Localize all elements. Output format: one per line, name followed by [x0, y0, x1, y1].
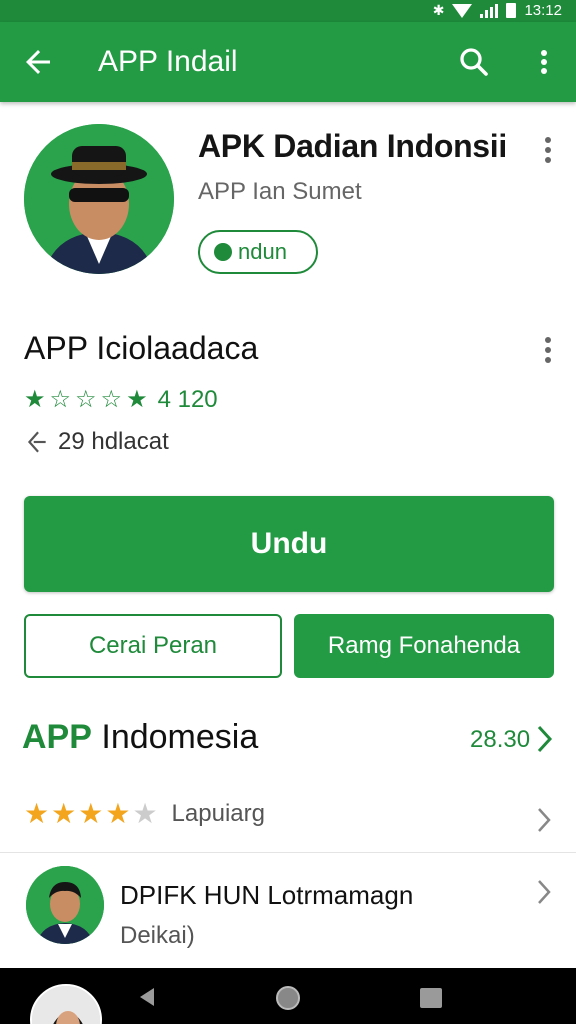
nav-back-icon[interactable] — [136, 986, 158, 1008]
heading-rest: Indomesia — [91, 718, 259, 756]
app-subtitle: APP Ian Sumet — [198, 178, 362, 205]
user-avatar[interactable] — [30, 984, 102, 1024]
app-avatar — [24, 124, 174, 274]
heading-accent: APP — [22, 718, 92, 756]
chevron-right-icon[interactable] — [534, 722, 556, 756]
star-gold-icon: ★ — [105, 798, 131, 829]
app-bar-title: APP Indail — [98, 45, 238, 78]
developer-subtitle: Deikai) — [120, 922, 195, 949]
star-filled-icon: ★ — [24, 386, 46, 413]
nav-recents-icon[interactable] — [420, 988, 442, 1008]
rating-value: 4 120 — [157, 386, 218, 413]
indonesia-count: 28.30 — [470, 726, 531, 753]
star-outline-icon: ☆ — [75, 386, 97, 413]
chip-label: ndun — [238, 239, 287, 264]
star-outline-icon: ☆ — [49, 386, 72, 413]
secondary-outline-button[interactable]: Cerai Peran — [24, 614, 282, 678]
divider — [0, 852, 576, 853]
status-icons: ✱ 13:12 — [433, 2, 562, 19]
status-bar: ✱ 13:12 — [0, 0, 576, 22]
downloads-count: 29 hdlacat — [58, 428, 169, 455]
signal-icon — [480, 3, 499, 18]
chevron-right-icon[interactable] — [534, 876, 556, 908]
rating-row: ★ ☆ ☆ ☆ ★ 4 120 — [24, 386, 218, 414]
star-gold-icon: ★ — [51, 798, 77, 829]
nav-home-icon[interactable] — [276, 986, 300, 1010]
section-more-vert-icon[interactable] — [538, 334, 558, 366]
battery-icon — [506, 3, 517, 18]
indonesia-section-heading: APP Indomesia — [22, 718, 258, 757]
star-gold-icon: ★ — [78, 798, 104, 829]
install-button[interactable]: Undu — [24, 496, 554, 592]
header-more-vert-icon[interactable] — [538, 134, 558, 166]
back-arrow-icon[interactable] — [20, 44, 56, 80]
app-bar: APP Indail — [0, 22, 576, 102]
review-label: Lapuiarg — [171, 800, 265, 827]
app-name: APK Dadian Indonsii — [198, 128, 507, 164]
star-outline-icon: ☆ — [100, 386, 123, 413]
wifi-icon — [452, 3, 473, 18]
rating-section-title: APP Iciolaadaca — [24, 330, 259, 366]
system-nav-bar — [0, 968, 576, 1024]
developer-avatar — [26, 866, 104, 944]
status-time: 13:12 — [524, 2, 562, 19]
search-icon[interactable] — [456, 44, 492, 80]
star-filled-icon: ★ — [126, 386, 148, 413]
developer-name: DPIFK HUN Lotrmamagn — [120, 880, 414, 910]
secondary-filled-button[interactable]: Ramg Fonahenda — [294, 614, 554, 678]
review-row[interactable]: ★ ★ ★ ★ ★ Lapuiarg — [24, 800, 265, 828]
star-gold-icon: ★ — [24, 798, 50, 829]
star-empty-icon: ★ — [132, 798, 158, 829]
more-vert-icon[interactable] — [530, 44, 558, 80]
bluetooth-icon: ✱ — [432, 2, 445, 18]
install-chip[interactable]: ndun — [198, 230, 318, 274]
chevron-right-icon[interactable] — [534, 804, 556, 836]
download-icon — [27, 431, 46, 453]
downloads-row: 29 hdlacat — [24, 428, 169, 456]
chip-dot-icon — [214, 243, 232, 261]
